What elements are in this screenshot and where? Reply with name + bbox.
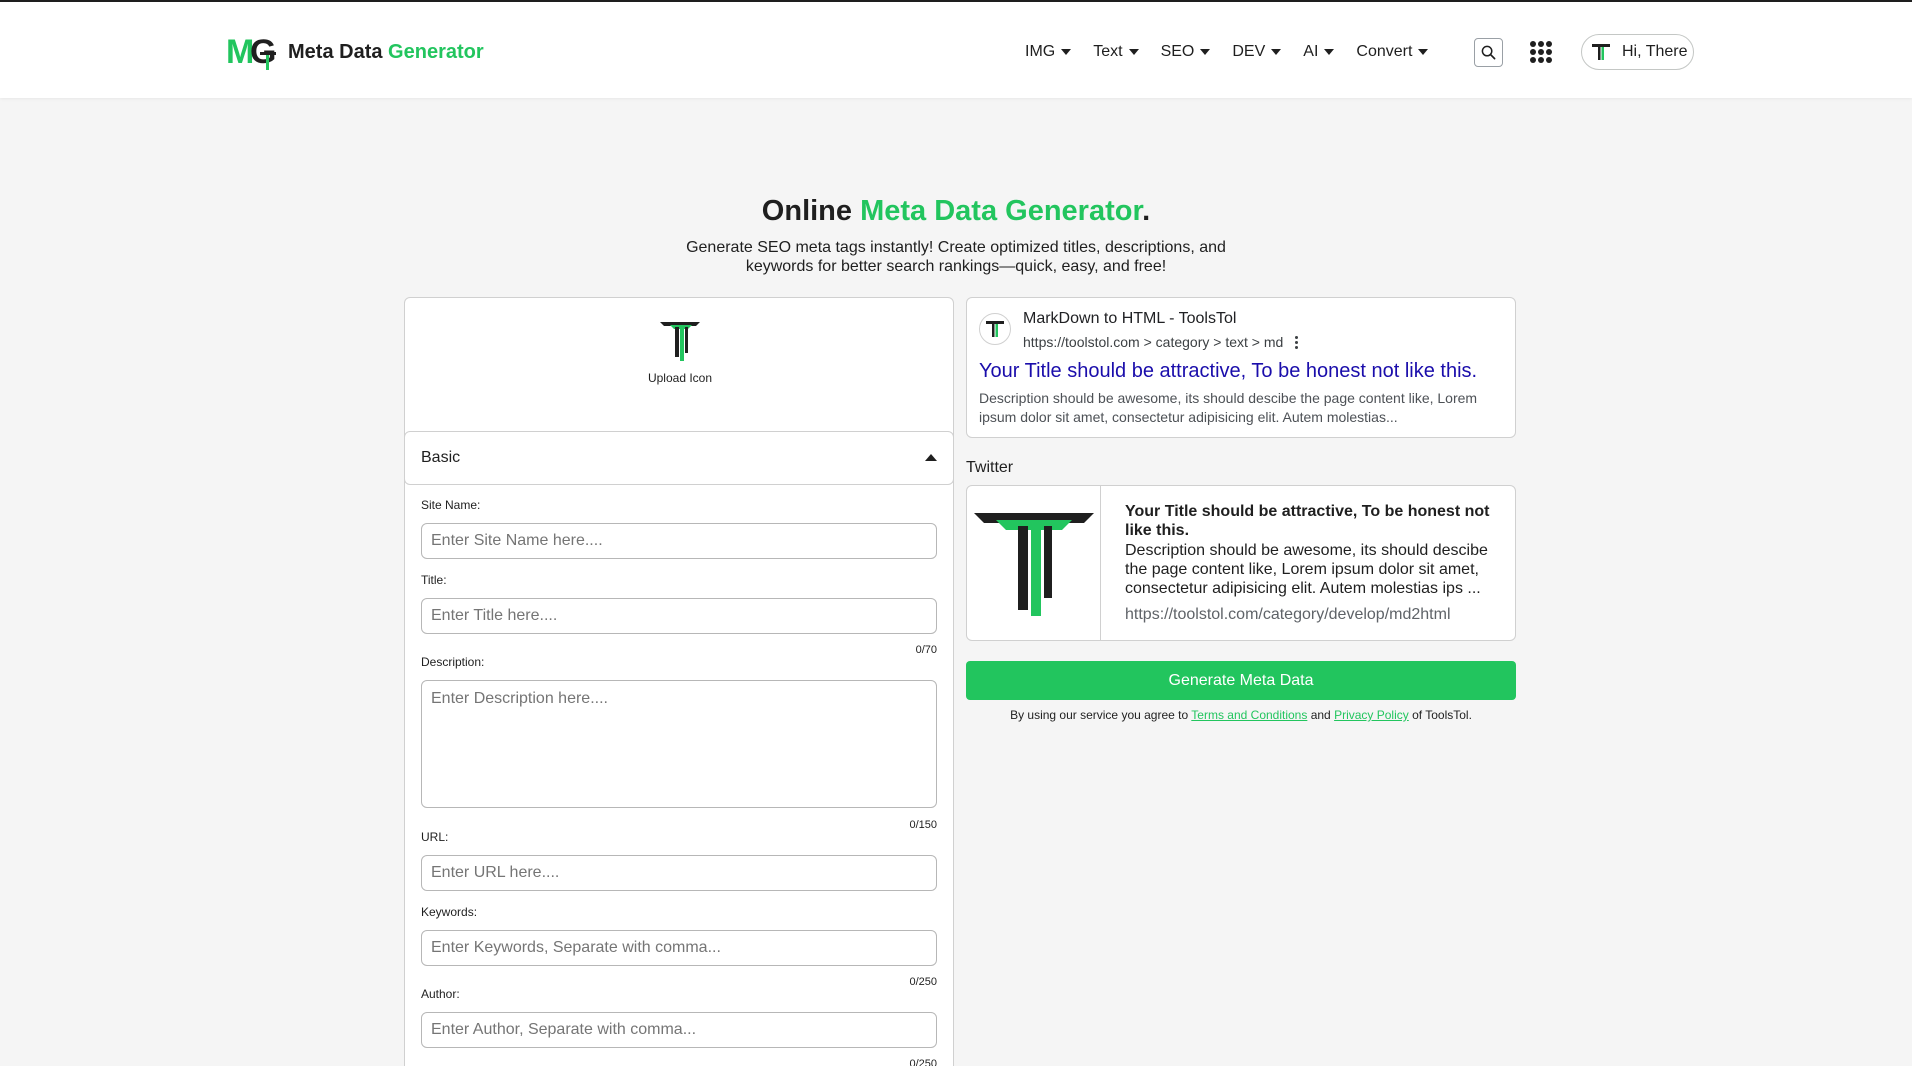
site-name-label: Site Name: (421, 498, 481, 512)
user-greeting: Hi, There (1622, 43, 1688, 60)
search-button[interactable] (1474, 38, 1503, 67)
preview-breadcrumb-text: https://toolstol.com > category > text >… (1023, 334, 1284, 350)
more-vertical-icon[interactable] (1295, 335, 1299, 349)
terms-and: and (1310, 708, 1331, 722)
caret-down-icon (1061, 49, 1072, 55)
site-name: Meta Data Generator (288, 41, 484, 64)
title-prefix: Online (761, 195, 853, 227)
title-suffix: . (1142, 195, 1151, 227)
meta-form-panel: Upload Icon Basic Site Name: Title: 0/70… (404, 297, 954, 1066)
twitter-description: Description should be awesome, its shoul… (1125, 542, 1488, 597)
author-label: Author: (421, 987, 460, 1001)
keywords-counter: 0/250 (909, 976, 937, 988)
nav-text-label: Text (1093, 43, 1123, 60)
preview-description: Description should be awesome, its shoul… (979, 390, 1478, 425)
keywords-input[interactable] (421, 930, 937, 966)
nav-seo[interactable]: SEO (1161, 43, 1211, 61)
nav-convert-label: Convert (1356, 43, 1413, 60)
description-counter: 0/150 (909, 819, 937, 831)
terms-link[interactable]: Terms and Conditions (1191, 708, 1307, 722)
nav-ai-label: AI (1303, 43, 1319, 60)
nav-convert[interactable]: Convert (1356, 43, 1429, 61)
t-logo-icon (660, 322, 700, 361)
description-textarea[interactable] (421, 680, 937, 808)
author-input[interactable] (421, 1012, 937, 1048)
title-input[interactable] (421, 598, 937, 634)
nav-img[interactable]: IMG (1025, 43, 1072, 61)
terms-notice: By using our service you agree to Terms … (966, 708, 1516, 722)
nav-dev[interactable]: DEV (1232, 43, 1282, 61)
title-counter: 0/70 (915, 644, 937, 656)
twitter-title: Your Title should be attractive, To be h… (1125, 503, 1490, 539)
twitter-card-preview: Your Title should be attractive, To be h… (966, 485, 1516, 641)
terms-suffix: of ToolsTol. (1412, 708, 1472, 722)
preview-breadcrumb: https://toolstol.com > category > text >… (1023, 334, 1299, 350)
url-input[interactable] (421, 855, 937, 891)
terms-prefix: By using our service you agree to (1010, 708, 1189, 722)
caret-up-icon (925, 454, 937, 461)
t-logo-icon (1592, 44, 1610, 60)
twitter-url: https://toolstol.com/category/develop/md… (1125, 606, 1451, 623)
privacy-policy-link[interactable]: Privacy Policy (1334, 708, 1409, 722)
nav-ai[interactable]: AI (1303, 43, 1335, 61)
site-name-input[interactable] (421, 523, 937, 559)
site-name-accent: Generator (388, 40, 484, 63)
url-label: URL: (421, 830, 449, 844)
site-logo[interactable]: M G Meta Data Generator (226, 32, 484, 72)
caret-down-icon (1128, 49, 1139, 55)
generate-meta-data-button[interactable]: Generate Meta Data (966, 661, 1516, 700)
upload-icon-label: Upload Icon (647, 371, 713, 385)
basic-accordion-toggle[interactable]: Basic (405, 431, 953, 485)
nav-text[interactable]: Text (1093, 43, 1139, 61)
page-subtitle: Generate SEO meta tags instantly! Create… (686, 239, 1226, 275)
caret-down-icon (1271, 49, 1282, 55)
author-counter: 0/250 (909, 1058, 937, 1066)
user-avatar (1590, 41, 1612, 63)
preview-site-name: MarkDown to HTML - ToolsTol (1023, 310, 1237, 327)
twitter-section-label: Twitter (966, 459, 1014, 476)
site-header: M G Meta Data Generator IMG Text SEO DEV… (0, 2, 1912, 98)
t-logo-icon (973, 513, 1094, 616)
apps-grid-icon[interactable] (1530, 41, 1552, 63)
caret-down-icon (1418, 49, 1429, 55)
google-preview-card: MarkDown to HTML - ToolsTol https://tool… (966, 297, 1516, 438)
page-title: Online Meta Data Generator. (0, 195, 1912, 228)
search-icon (1481, 45, 1496, 60)
nav-img-label: IMG (1025, 43, 1056, 60)
caret-down-icon (1324, 49, 1335, 55)
user-menu-button[interactable]: Hi, There (1581, 34, 1694, 70)
site-favicon (979, 313, 1011, 345)
nav-seo-label: SEO (1160, 43, 1195, 60)
main-nav: IMG Text SEO DEV AI Convert (1025, 32, 1450, 72)
upload-icon-area[interactable]: Upload Icon (405, 318, 953, 385)
caret-down-icon (1200, 49, 1211, 55)
title-label: Title: (421, 573, 447, 587)
twitter-card-image (967, 486, 1101, 640)
description-label: Description: (421, 655, 485, 669)
t-logo-icon (986, 321, 1004, 337)
nav-dev-label: DEV (1232, 43, 1266, 60)
title-accent: Meta Data Generator (860, 195, 1143, 227)
t-logo-icon (260, 52, 276, 70)
logo-mark: M G (226, 32, 278, 72)
accordion-label: Basic (421, 449, 461, 466)
preview-title[interactable]: Your Title should be attractive, To be h… (979, 360, 1477, 383)
keywords-label: Keywords: (421, 905, 478, 919)
site-name-prefix: Meta Data (288, 40, 383, 63)
